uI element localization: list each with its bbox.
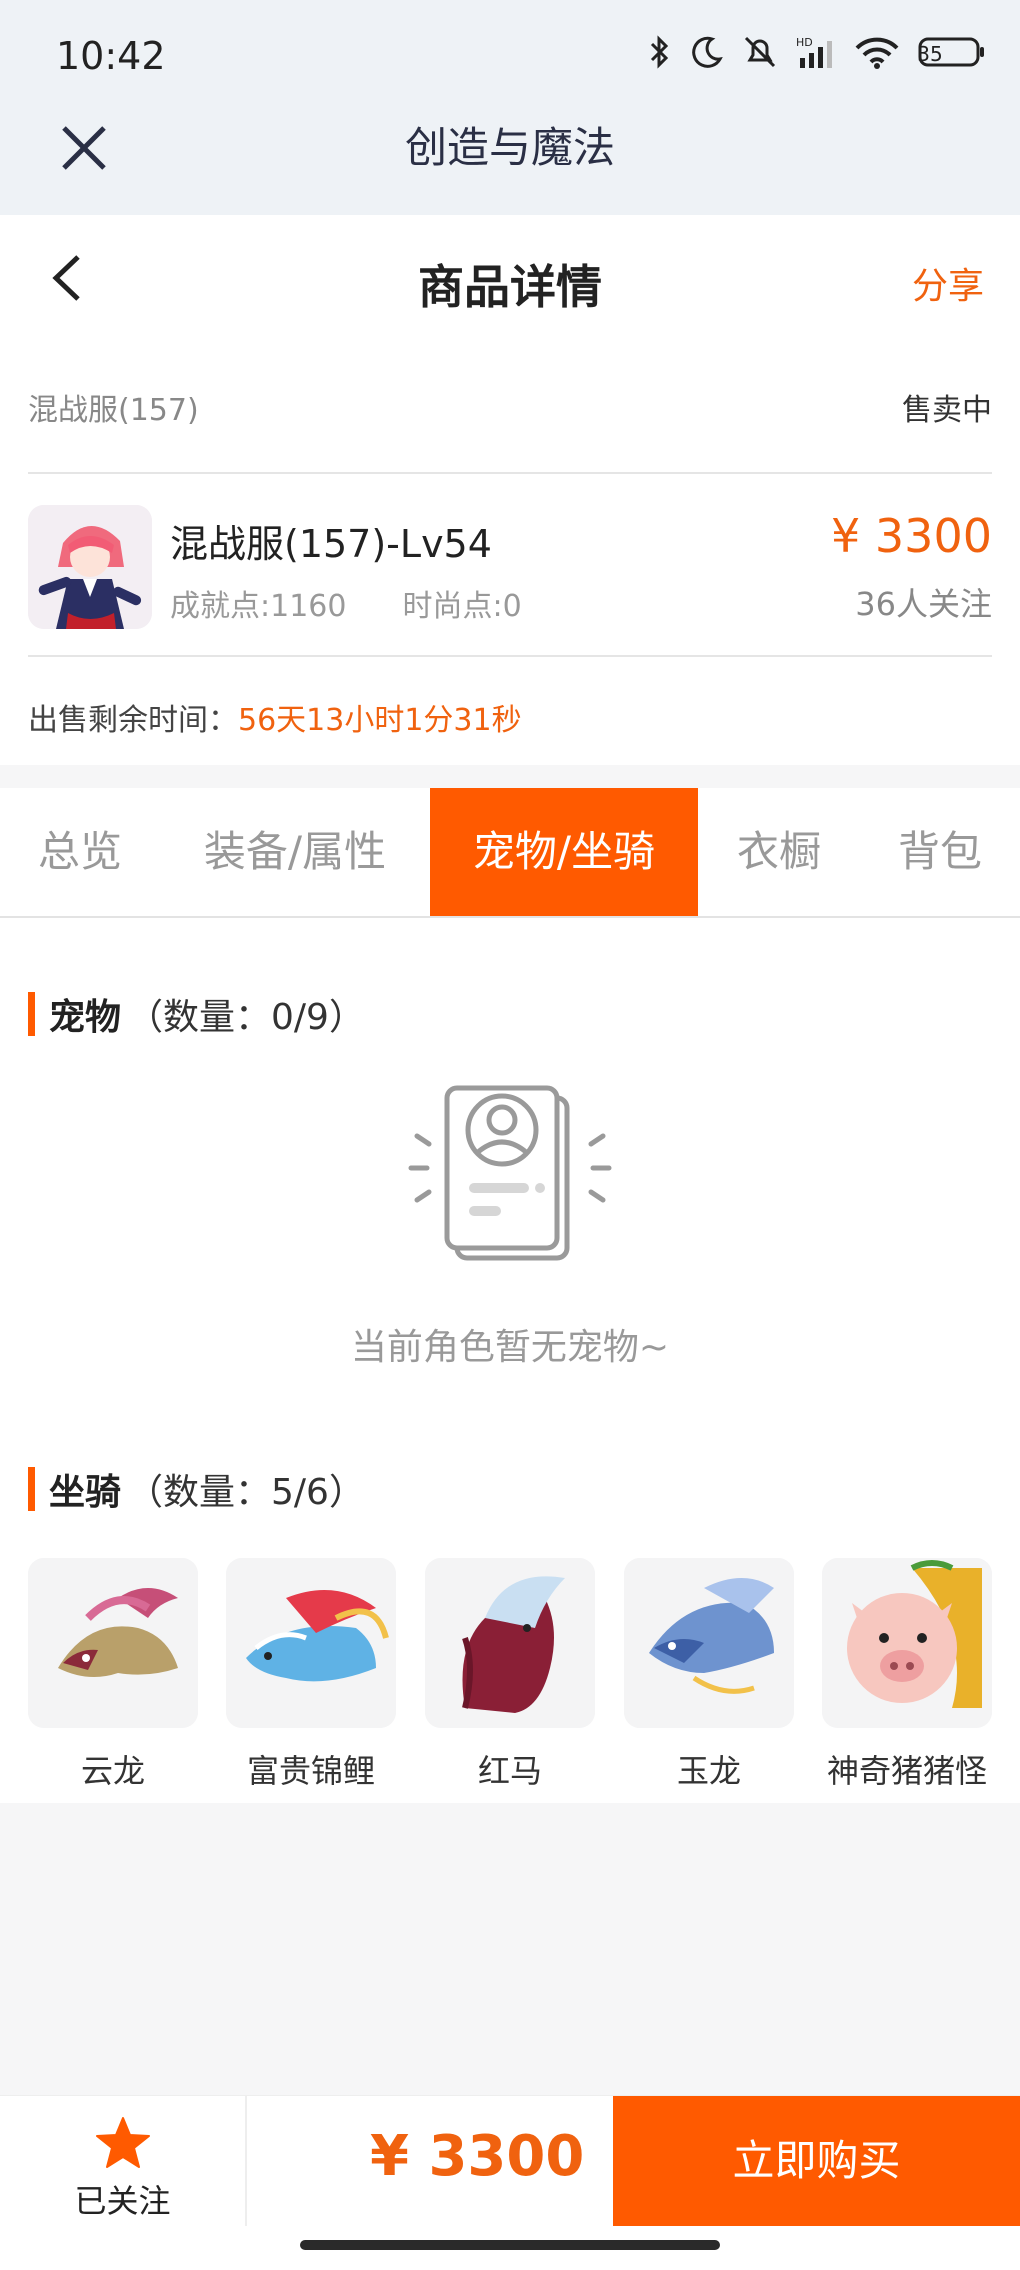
star-icon xyxy=(96,2117,150,2168)
mount-name: 富贵锦鲤 xyxy=(246,1752,375,1790)
pets-count: （数量：0/9） xyxy=(127,997,365,1038)
listing-info-card: 混战服(157) 售卖中 混战服(157)-Lv54 成就点:1160 时尚点:0… xyxy=(0,335,1020,765)
avatar xyxy=(28,505,152,629)
mount-item[interactable]: 玉龙 xyxy=(624,1558,794,1792)
mounts-count: （数量：5/6） xyxy=(127,1472,365,1513)
mute-bell-icon xyxy=(744,36,776,68)
role-stats: 成就点:1160 时尚点:0 xyxy=(170,581,522,625)
mount-image xyxy=(425,1558,595,1728)
battery-level: 35 xyxy=(917,42,943,66)
role-name: 混战服(157)-Lv54 xyxy=(170,522,492,566)
server-name: 混战服(157) xyxy=(28,393,199,428)
tab-pets-mounts[interactable]: 宠物/坐骑 xyxy=(430,788,698,916)
accent-bar xyxy=(28,992,35,1036)
signal-icon: HD xyxy=(796,36,832,68)
remaining-time-label: 出售剩余时间： xyxy=(28,703,238,738)
mount-image xyxy=(822,1558,992,1728)
mounts-title: 坐骑 xyxy=(49,1472,122,1513)
buy-now-button[interactable]: 立即购买 xyxy=(613,2096,1020,2226)
divider xyxy=(245,2096,247,2226)
empty-pets-illustration xyxy=(408,1085,612,1261)
status-bar: 10:42 HD xyxy=(0,0,1020,120)
listing-price: ¥ 3300 xyxy=(831,509,992,563)
wifi-icon xyxy=(855,37,899,69)
tab-equipment[interactable]: 装备/属性 xyxy=(160,788,430,916)
page-title: 商品详情 xyxy=(418,260,602,314)
tab-bag[interactable]: 背包 xyxy=(860,788,1020,916)
home-indicator[interactable] xyxy=(300,2240,720,2250)
mount-name: 玉龙 xyxy=(676,1752,741,1790)
mount-item[interactable]: 神奇猪猪怪 xyxy=(822,1558,992,1792)
mount-item[interactable]: 富贵锦鲤 xyxy=(226,1558,396,1792)
mount-image xyxy=(226,1558,396,1728)
moon-icon xyxy=(692,36,723,68)
bluetooth-icon xyxy=(650,35,669,69)
status-badge: 售卖中 xyxy=(902,393,992,428)
divider xyxy=(28,655,992,657)
nav-bar: 商品详情 分享 xyxy=(0,215,1020,335)
mount-image xyxy=(624,1558,794,1728)
mount-item[interactable]: 红马 xyxy=(425,1558,595,1792)
mount-name: 神奇猪猪怪 xyxy=(826,1752,987,1790)
mount-name: 云龙 xyxy=(80,1752,145,1790)
pets-section-title: 宠物 （数量：0/9） xyxy=(28,988,365,1040)
mount-item[interactable]: 云龙 xyxy=(28,1558,198,1792)
bottom-price: ¥ 3300 xyxy=(370,2124,585,2189)
tab-bar: 总览 装备/属性 宠物/坐骑 衣橱 背包 xyxy=(0,788,1020,918)
server-row: 混战服(157) 售卖中 xyxy=(28,385,992,429)
pets-title: 宠物 xyxy=(49,997,122,1038)
remaining-time: 出售剩余时间：56天13小时1分31秒 xyxy=(28,695,522,739)
svg-text:HD: HD xyxy=(796,36,813,49)
divider xyxy=(28,472,992,474)
tab-overview[interactable]: 总览 xyxy=(0,788,160,916)
achievement-points: 成就点:1160 xyxy=(170,589,347,624)
app-title: 创造与魔法 xyxy=(404,123,615,172)
empty-pets-text: 当前角色暂无宠物~ xyxy=(350,1327,670,1368)
share-button[interactable]: 分享 xyxy=(912,257,984,309)
mounts-section-title: 坐骑 （数量：5/6） xyxy=(28,1463,365,1515)
tab-wardrobe[interactable]: 衣橱 xyxy=(698,788,860,916)
app-header: 创造与魔法 xyxy=(0,120,1020,215)
pets-mounts-panel: 宠物 （数量：0/9） 当前角色暂无宠物~ 坐骑 （数量：5/6） 云龙 富贵锦… xyxy=(0,918,1020,1803)
follow-button[interactable]: 已关注 xyxy=(0,2096,245,2226)
mount-image xyxy=(28,1558,198,1728)
accent-bar xyxy=(28,1467,35,1511)
follow-label: 已关注 xyxy=(74,2182,171,2220)
mount-name: 红马 xyxy=(477,1752,542,1790)
remaining-time-value: 56天13小时1分31秒 xyxy=(238,703,522,738)
fashion-points: 时尚点:0 xyxy=(402,589,522,624)
status-time: 10:42 xyxy=(56,34,166,78)
follower-count: 36人关注 xyxy=(855,585,992,623)
